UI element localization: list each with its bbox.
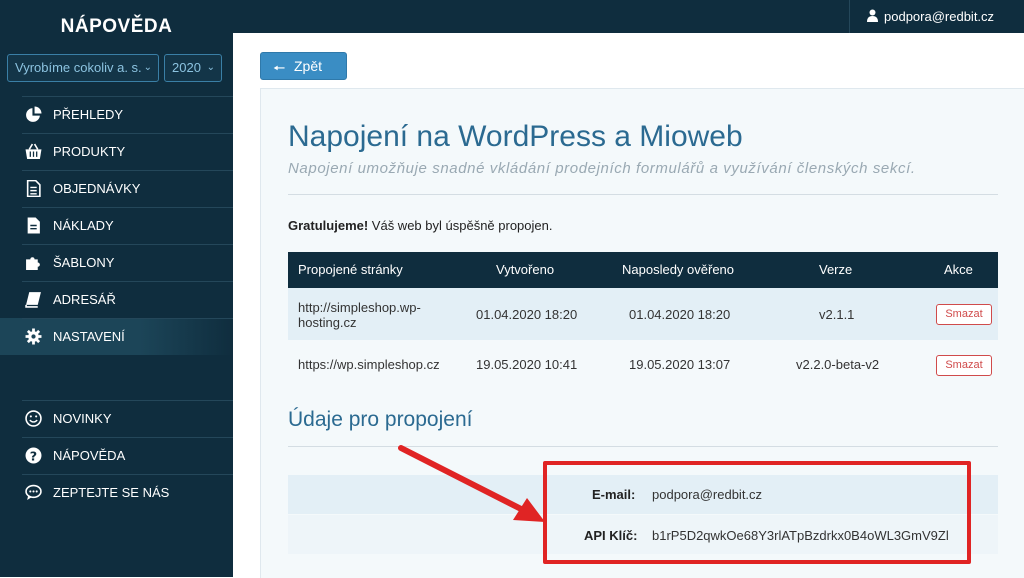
sidebar-item-naklady[interactable]: NÁKLADY bbox=[0, 207, 233, 244]
file-icon bbox=[27, 217, 40, 234]
table-cell-verified: 19.05.2020 13:07 bbox=[629, 357, 731, 372]
success-message-text: Váš web byl úspěšně propojen. bbox=[368, 218, 553, 233]
chevron-down-icon: ⌄ bbox=[143, 62, 152, 73]
column-header: Propojené stránky bbox=[298, 262, 403, 277]
question-icon: ? bbox=[25, 447, 42, 464]
sidebar-item-label: PRODUKTY bbox=[53, 144, 126, 159]
company-select-value: Vyrobíme cokoliv a. s. bbox=[15, 60, 142, 75]
user-icon bbox=[867, 9, 878, 22]
divider bbox=[22, 133, 233, 134]
table-cell-site: https://wp.simpleshop.cz bbox=[298, 357, 440, 372]
sidebar-item-adresar[interactable]: ADRESÁŘ bbox=[0, 281, 233, 318]
sidebar: NÁPOVĚDA Vyrobíme cokoliv a. s. ⌄ 2020 ⌄… bbox=[0, 0, 233, 577]
basket-icon bbox=[25, 143, 42, 159]
sidebar-item-prehledy[interactable]: PŘEHLEDY bbox=[0, 96, 233, 133]
pie-chart-icon bbox=[26, 106, 42, 122]
document-icon bbox=[26, 180, 41, 197]
arrow-left-icon: 🠔 bbox=[273, 60, 286, 76]
year-select-value: 2020 bbox=[172, 60, 201, 75]
highlight-box bbox=[543, 461, 971, 564]
credentials-title: Údaje pro propojení bbox=[288, 408, 473, 431]
divider bbox=[22, 244, 233, 245]
table-header: Propojené stránky Vytvořeno Naposledy ov… bbox=[288, 252, 998, 288]
sidebar-item-label: ADRESÁŘ bbox=[53, 292, 116, 307]
divider bbox=[22, 207, 233, 208]
success-message: Gratulujeme! Váš web byl úspěšně propoje… bbox=[288, 218, 552, 233]
divider bbox=[22, 474, 233, 475]
divider bbox=[22, 400, 233, 401]
smiley-icon bbox=[25, 410, 42, 427]
sidebar-item-label: ŠABLONY bbox=[53, 255, 115, 270]
sidebar-item-label: OBJEDNÁVKY bbox=[53, 181, 141, 196]
table-cell-created: 01.04.2020 18:20 bbox=[476, 307, 578, 322]
column-header: Akce bbox=[944, 262, 973, 277]
divider bbox=[288, 194, 998, 195]
success-message-bold: Gratulujeme! bbox=[288, 218, 369, 233]
table-cell-site: http://simpleshop.wp- bbox=[298, 300, 421, 315]
sidebar-item-nastaveni[interactable]: NASTAVENÍ bbox=[0, 318, 233, 355]
sidebar-item-produkty[interactable]: PRODUKTY bbox=[0, 133, 233, 170]
delete-button[interactable]: Smazat bbox=[936, 304, 992, 325]
book-icon bbox=[25, 292, 41, 308]
table-cell-version: v2.1.1 bbox=[819, 307, 855, 322]
table-cell-created: 19.05.2020 10:41 bbox=[476, 357, 578, 372]
sidebar-item-sablony[interactable]: ŠABLONY bbox=[0, 244, 233, 281]
column-header: Verze bbox=[819, 262, 853, 277]
sidebar-item-label: NÁPOVĚDA bbox=[53, 448, 126, 463]
page-subtitle: Napojení umožňuje snadné vkládání prodej… bbox=[288, 160, 916, 177]
sidebar-item-label: ZEPTEJTE SE NÁS bbox=[53, 485, 170, 500]
annotation-arrow-icon bbox=[398, 445, 545, 522]
svg-text:?: ? bbox=[30, 449, 37, 464]
page-title: Napojení na WordPress a Mioweb bbox=[288, 120, 743, 153]
table-row: http://simpleshop.wp- hosting.cz 01.04.2… bbox=[288, 288, 998, 340]
table-cell-verified: 01.04.2020 18:20 bbox=[629, 307, 731, 322]
sidebar-item-label: NOVINKY bbox=[53, 411, 112, 426]
user-menu[interactable]: podpora@redbit.cz bbox=[849, 0, 1024, 33]
company-select[interactable]: Vyrobíme cokoliv a. s. ⌄ bbox=[7, 54, 159, 82]
sidebar-item-label: NASTAVENÍ bbox=[53, 329, 125, 344]
delete-button[interactable]: Smazat bbox=[936, 355, 992, 376]
divider bbox=[22, 318, 233, 319]
back-button[interactable]: 🠔 Zpět bbox=[260, 52, 347, 80]
back-button-label: Zpět bbox=[294, 58, 323, 74]
divider bbox=[22, 170, 233, 171]
user-email: podpora@redbit.cz bbox=[884, 9, 995, 24]
gear-icon bbox=[25, 328, 42, 345]
sidebar-item-objednavky[interactable]: OBJEDNÁVKY bbox=[0, 170, 233, 207]
chat-icon bbox=[25, 484, 42, 500]
sidebar-item-label: PŘEHLEDY bbox=[53, 107, 124, 122]
column-header: Naposledy ověřeno bbox=[622, 262, 735, 277]
divider bbox=[22, 437, 233, 438]
top-bar: podpora@redbit.cz bbox=[233, 0, 1024, 33]
sidebar-item-novinky[interactable]: NOVINKY bbox=[0, 400, 233, 437]
sidebar-item-zeptejte-se-nas[interactable]: ZEPTEJTE SE NÁS bbox=[0, 474, 233, 511]
sidebar-item-napoveda[interactable]: ? NÁPOVĚDA bbox=[0, 437, 233, 474]
sidebar-item-label: NÁKLADY bbox=[53, 218, 114, 233]
column-header: Vytvořeno bbox=[496, 262, 555, 277]
puzzle-icon bbox=[26, 257, 40, 270]
table-cell-version: v2.2.0-beta-v2 bbox=[796, 357, 880, 372]
year-select[interactable]: 2020 ⌄ bbox=[164, 54, 222, 82]
table-row: https://wp.simpleshop.cz 19.05.2020 10:4… bbox=[288, 341, 998, 388]
chevron-down-icon: ⌄ bbox=[206, 62, 215, 73]
app-brand: NÁPOVĚDA bbox=[60, 16, 173, 37]
divider bbox=[22, 96, 233, 97]
divider bbox=[22, 281, 233, 282]
table-cell-site: hosting.cz bbox=[298, 315, 357, 330]
